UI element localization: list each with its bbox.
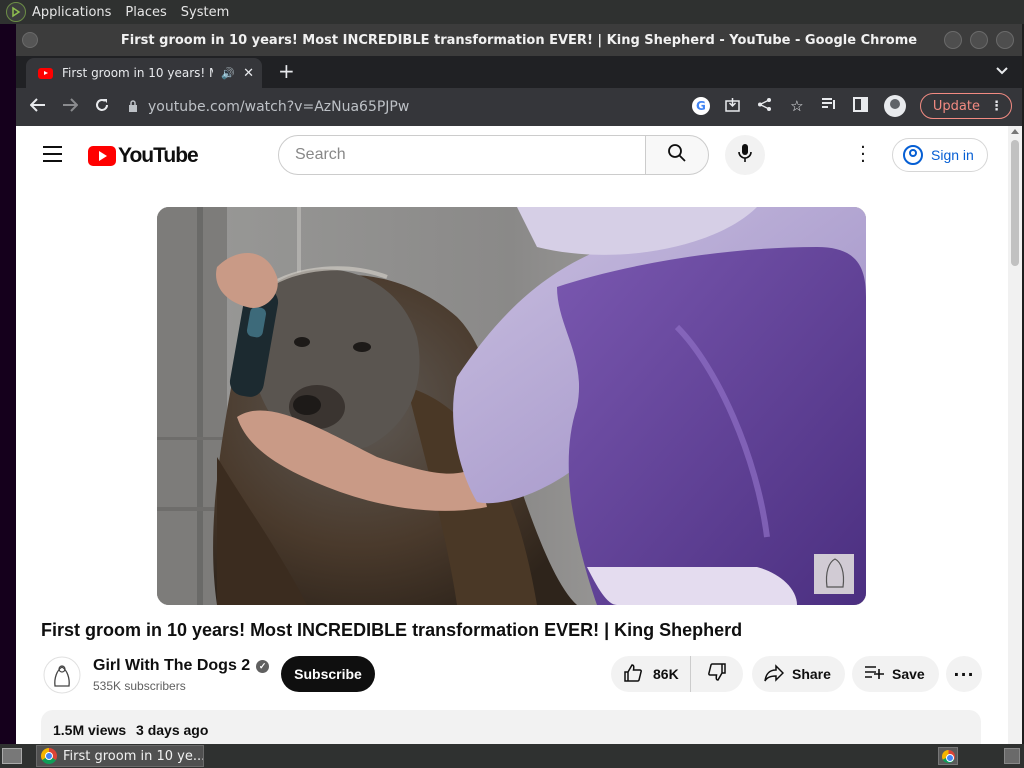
scrollbar-thumb[interactable] — [1011, 140, 1019, 266]
share-button[interactable]: Share — [752, 656, 845, 692]
save-button[interactable]: Save — [852, 656, 939, 692]
taskbar-window-title: First groom in 10 ye... — [63, 748, 204, 764]
sign-in-button[interactable]: Sign in — [892, 138, 988, 172]
desktop-background — [0, 24, 16, 744]
menu-system[interactable]: System — [181, 5, 229, 20]
channel-name-link[interactable]: Girl With The Dogs 2 ✓ — [93, 657, 270, 675]
thumbs-up-icon — [623, 663, 643, 686]
browser-toolbar: youtube.com/watch?v=AzNua65PJPw G ☆ Upda… — [16, 88, 1022, 126]
sign-in-label: Sign in — [931, 147, 974, 163]
video-owner-row: Girl With The Dogs 2 ✓ 535K subscribers … — [41, 654, 991, 696]
like-dislike-group: 86K — [611, 656, 743, 692]
top-panel: Applications Places System — [0, 0, 1024, 24]
youtube-logo[interactable]: YouTube — [88, 144, 199, 168]
menu-applications[interactable]: Applications — [32, 5, 111, 20]
search-input[interactable]: Search — [278, 135, 646, 175]
search-icon — [667, 143, 687, 167]
tab-title: First groom in 10 years! Mo — [62, 66, 214, 80]
dislike-button[interactable] — [691, 662, 743, 686]
like-button[interactable]: 86K — [611, 656, 691, 692]
chrome-icon — [41, 748, 57, 764]
url-text: youtube.com/watch?v=AzNua65PJPw — [148, 99, 410, 115]
update-button[interactable]: Update ⋮ — [919, 93, 1012, 119]
chrome-icon — [941, 749, 955, 763]
subscribe-button[interactable]: Subscribe — [281, 656, 375, 692]
more-actions-button[interactable]: ··· — [946, 656, 982, 692]
search-placeholder: Search — [295, 146, 346, 163]
youtube-play-logo-icon — [88, 146, 116, 166]
tab-youtube[interactable]: First groom in 10 years! Mo 🔊 ✕ — [26, 58, 262, 88]
back-arrow-icon[interactable] — [22, 97, 54, 117]
microphone-icon — [738, 143, 752, 167]
workspace-chrome-icon[interactable] — [938, 747, 958, 765]
scroll-up-arrow-icon[interactable] — [1011, 129, 1019, 134]
subscriber-count: 535K subscribers — [93, 679, 186, 693]
show-desktop-icon[interactable] — [2, 748, 22, 764]
google-lens-icon[interactable]: G — [691, 97, 710, 115]
profile-avatar-icon[interactable] — [883, 95, 906, 117]
side-panel-icon[interactable] — [852, 96, 870, 116]
update-label: Update — [932, 98, 980, 114]
channel-name: Girl With The Dogs 2 — [93, 657, 251, 674]
playlist-add-icon — [864, 665, 884, 684]
new-tab-button[interactable]: + — [278, 59, 295, 83]
close-tab-icon[interactable]: ✕ — [243, 66, 254, 81]
thumbs-down-icon — [707, 662, 727, 686]
menu-places[interactable]: Places — [125, 5, 166, 20]
reload-icon[interactable] — [86, 97, 118, 118]
bookmark-star-icon[interactable]: ☆ — [788, 97, 806, 115]
window-menu-button[interactable] — [22, 32, 38, 48]
video-player[interactable] — [157, 207, 866, 605]
upload-date: 3 days ago — [136, 722, 209, 738]
voice-search-button[interactable] — [725, 135, 765, 175]
lock-icon[interactable] — [128, 99, 138, 115]
more-horizontal-icon: ··· — [953, 664, 975, 684]
tab-search-chevron-icon[interactable] — [996, 64, 1008, 78]
address-bar[interactable]: youtube.com/watch?v=AzNua65PJPw — [128, 92, 688, 122]
workspace-switcher[interactable] — [1004, 748, 1020, 764]
window-titlebar[interactable]: First groom in 10 years! Most INCREDIBLE… — [16, 24, 1022, 56]
share-icon[interactable] — [756, 97, 774, 116]
video-frame — [157, 207, 866, 605]
save-label: Save — [892, 666, 925, 682]
view-count: 1.5M views — [53, 722, 127, 738]
guide-menu-icon[interactable] — [43, 146, 62, 162]
tab-strip: First groom in 10 years! Mo 🔊 ✕ + — [16, 56, 1022, 88]
youtube-logo-text: YouTube — [118, 144, 199, 167]
forward-arrow-icon[interactable] — [54, 97, 86, 117]
distro-logo-icon[interactable] — [6, 2, 26, 22]
share-label: Share — [792, 666, 831, 682]
speaker-icon[interactable]: 🔊 — [221, 67, 235, 80]
youtube-page: YouTube Search · · · Sign in First groom… — [16, 126, 1022, 744]
settings-kebab-icon[interactable]: · · · — [856, 139, 870, 171]
search-button[interactable] — [645, 135, 709, 175]
install-app-icon[interactable] — [724, 97, 742, 116]
reading-list-icon[interactable] — [820, 97, 838, 115]
close-window-button[interactable] — [996, 31, 1014, 49]
verified-check-icon: ✓ — [256, 659, 270, 673]
page-scrollbar[interactable] — [1008, 126, 1022, 744]
subscribe-label: Subscribe — [294, 666, 362, 682]
bottom-panel: First groom in 10 ye... — [0, 744, 1024, 768]
youtube-favicon-icon — [38, 67, 53, 79]
account-circle-icon — [903, 145, 923, 165]
video-title: First groom in 10 years! Most INCREDIBLE… — [41, 620, 743, 640]
taskbar-window-button[interactable]: First groom in 10 ye... — [36, 745, 204, 767]
chrome-menu-icon[interactable]: ⋮ — [990, 99, 1003, 114]
description-box[interactable]: 1.5M views 3 days ago — [41, 710, 981, 744]
window-title: First groom in 10 years! Most INCREDIBLE… — [120, 32, 918, 48]
like-count: 86K — [653, 666, 679, 682]
channel-avatar[interactable] — [43, 656, 81, 694]
maximize-button[interactable] — [970, 31, 988, 49]
browser-window: First groom in 10 years! Most INCREDIBLE… — [16, 24, 1022, 744]
youtube-masthead: YouTube Search · · · Sign in — [16, 126, 1022, 182]
minimize-button[interactable] — [944, 31, 962, 49]
share-arrow-icon — [764, 663, 785, 685]
